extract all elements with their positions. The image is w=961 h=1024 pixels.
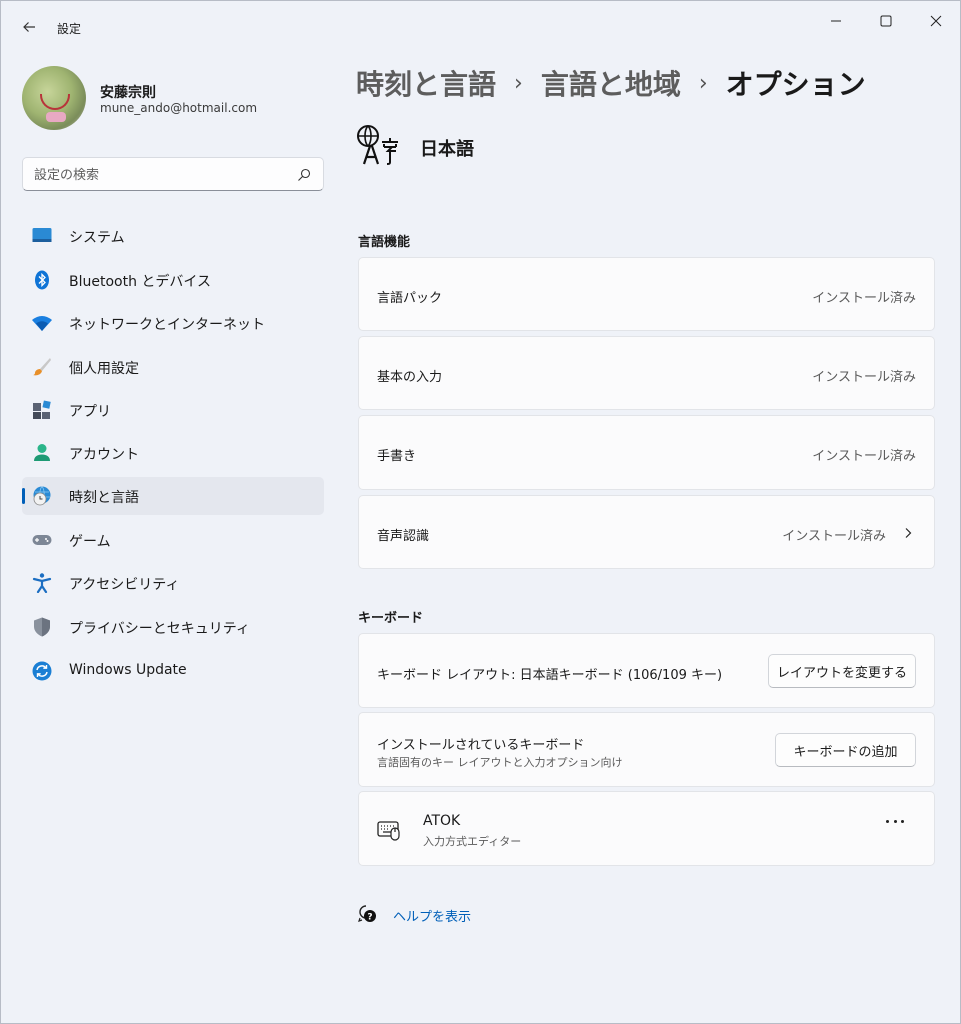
status-text: インストール済み [782, 529, 886, 544]
sidebar-item-label: ネットワークとインターネット [69, 317, 265, 333]
ime-name: ATOK [423, 813, 461, 829]
change-layout-button[interactable]: レイアウトを変更する [768, 654, 916, 688]
installed-keyboards-label: インストールされているキーボード [377, 738, 585, 753]
person-icon [34, 444, 50, 461]
sidebar-item-label: Bluetooth とデバイス [69, 274, 211, 290]
sidebar-item-system[interactable]: システム [22, 217, 324, 255]
sidebar-item-apps[interactable]: アプリ [22, 391, 324, 429]
section-title-keyboard: キーボード [358, 611, 424, 626]
handwriting-row[interactable]: 手書き インストール済み [358, 415, 935, 490]
installed-keyboards-row: インストールされているキーボード 言語固有のキー レイアウトと入力オプション向け… [358, 712, 935, 787]
sidebar-item-personalization[interactable]: 個人用設定 [22, 348, 324, 386]
language-icon [357, 125, 398, 165]
title-bar: 設定 [1, 1, 960, 49]
page-title: オプション [725, 68, 866, 101]
keyboard-layout-label: キーボード レイアウト: 日本語キーボード (106/109 キー) [377, 668, 723, 683]
installed-keyboards-description: 言語固有のキー レイアウトと入力オプション向け [377, 756, 623, 769]
row-label: 手書き [377, 449, 417, 464]
ime-row-atok[interactable]: ATOK 入力方式エディター [358, 791, 935, 866]
avatar[interactable] [22, 66, 86, 130]
sidebar-item-accounts[interactable]: アカウント [22, 434, 324, 472]
user-email: mune_ando@hotmail.com [100, 101, 258, 115]
shield-icon [34, 617, 50, 637]
row-label: 音声認識 [377, 529, 430, 544]
sidebar-item-privacy[interactable]: プライバシーとセキュリティ [22, 608, 324, 646]
close-button[interactable] [911, 1, 961, 41]
sidebar-item-time-language[interactable]: 時刻と言語 [22, 477, 324, 515]
monitor-icon [32, 228, 52, 242]
minimize-icon [831, 20, 841, 22]
sidebar-item-label: アプリ [69, 404, 111, 420]
gamepad-icon [32, 535, 52, 545]
help-link[interactable]: ヘルプを表示 [393, 906, 471, 925]
more-options-icon[interactable] [886, 820, 904, 826]
sidebar-item-gaming[interactable]: ゲーム [22, 521, 324, 559]
breadcrumb: 時刻と言語 › 言語と地域 › オプション [356, 63, 866, 103]
help-icon: ? [358, 905, 376, 923]
sidebar-item-bluetooth[interactable]: Bluetooth とデバイス [22, 261, 324, 299]
ime-description: 入力方式エディター [423, 835, 522, 848]
paintbrush-icon [33, 358, 51, 376]
row-label: 言語パック [377, 291, 443, 306]
sidebar-item-label: 個人用設定 [69, 361, 139, 377]
speech-recognition-row[interactable]: 音声認識 インストール済み [358, 495, 935, 569]
wifi-icon [32, 316, 52, 331]
sidebar-item-network[interactable]: ネットワークとインターネット [22, 304, 324, 342]
section-title-language-features: 言語機能 [358, 235, 411, 250]
help-area: ? [358, 904, 378, 924]
keyboard-layout-row: キーボード レイアウト: 日本語キーボード (106/109 キー) レイアウト… [358, 633, 935, 708]
settings-window: 設定 安藤宗則 mune_ando@hotmail.com システム [0, 0, 961, 1024]
status-text: インストール済み [812, 291, 916, 306]
row-label: 基本の入力 [377, 370, 443, 385]
sidebar-item-label: アクセシビリティ [69, 577, 180, 593]
search-input[interactable] [34, 165, 284, 185]
sidebar-item-label: 時刻と言語 [69, 490, 139, 506]
sidebar-item-label: アカウント [69, 447, 139, 463]
chevron-right-icon [905, 528, 912, 538]
sidebar-item-windows-update[interactable]: Windows Update [22, 652, 324, 690]
svg-text:?: ? [367, 913, 372, 923]
selection-indicator [22, 488, 25, 504]
breadcrumb-item-time-language[interactable]: 時刻と言語 [356, 63, 496, 103]
apps-icon [33, 400, 51, 419]
bluetooth-icon [35, 270, 49, 290]
app-title: 設定 [57, 22, 82, 36]
globe-clock-icon [33, 486, 51, 506]
back-button[interactable] [15, 13, 43, 41]
accessibility-icon [32, 573, 52, 593]
minimize-button[interactable] [811, 1, 861, 41]
sidebar-item-label: システム [69, 230, 125, 246]
maximize-icon [880, 15, 892, 27]
sidebar-item-label: ゲーム [69, 534, 111, 550]
close-icon [930, 15, 942, 27]
sidebar-item-label: プライバシーとセキュリティ [69, 621, 250, 637]
back-arrow-icon [23, 22, 35, 32]
sidebar-item-label: Windows Update [69, 662, 187, 678]
search-box[interactable] [22, 157, 324, 191]
breadcrumb-item-language-region[interactable]: 言語と地域 [541, 63, 681, 103]
maximize-button[interactable] [861, 1, 911, 41]
breadcrumb-chevron-icon: › [514, 70, 523, 96]
status-text: インストール済み [812, 370, 916, 385]
search-icon[interactable] [297, 168, 311, 182]
keyboard-icon [377, 821, 400, 841]
language-pack-row[interactable]: 言語パック インストール済み [358, 257, 935, 331]
breadcrumb-chevron-icon: › [698, 70, 708, 96]
language-name: 日本語 [420, 139, 474, 160]
status-text: インストール済み [812, 449, 916, 464]
update-icon [32, 661, 52, 681]
basic-typing-row[interactable]: 基本の入力 インストール済み [358, 336, 935, 410]
user-name: 安藤宗則 [100, 85, 156, 101]
sidebar-item-accessibility[interactable]: アクセシビリティ [22, 564, 324, 602]
add-keyboard-button[interactable]: キーボードの追加 [775, 733, 916, 767]
